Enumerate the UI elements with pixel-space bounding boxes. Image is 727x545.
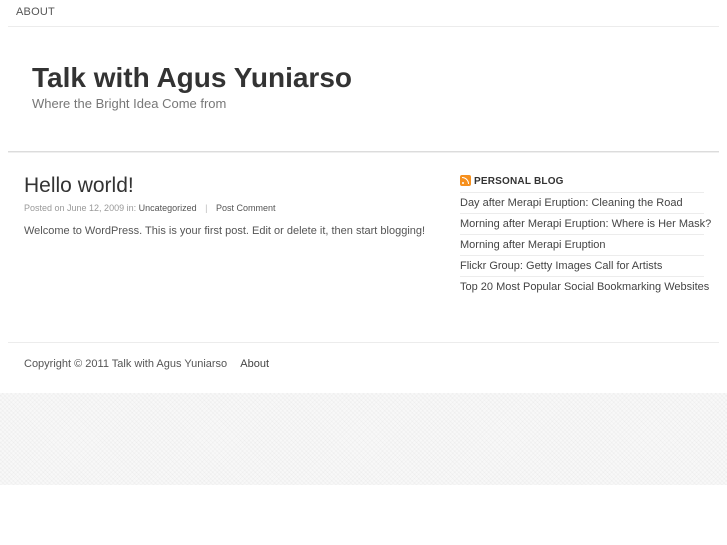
rss-icon[interactable] <box>460 175 471 186</box>
post-category-link[interactable]: Uncategorized <box>139 203 197 213</box>
feed-item[interactable]: Morning after Merapi Eruption <box>460 235 704 256</box>
widget-title[interactable]: PERSONAL BLOG <box>474 176 564 187</box>
widget-header: PERSONAL BLOG <box>460 174 704 190</box>
post-comment-link[interactable]: Post Comment <box>216 203 276 213</box>
feed-item[interactable]: Top 20 Most Popular Social Bookmarking W… <box>460 277 709 297</box>
post-body: Welcome to WordPress. This is your first… <box>24 225 426 237</box>
post-title[interactable]: Hello world! <box>24 174 134 198</box>
site-title[interactable]: Talk with Agus Yuniarso <box>32 62 352 94</box>
nav-about-link[interactable]: ABOUT <box>16 6 55 18</box>
sidebar: PERSONAL BLOG Day after Merapi Eruption:… <box>460 174 711 297</box>
footer: Copyright © 2011 Talk with Agus Yuniarso… <box>24 358 269 370</box>
page-container: ABOUT Talk with Agus Yuniarso Where the … <box>8 0 719 393</box>
top-nav: ABOUT <box>8 0 719 27</box>
site-description: Where the Bright Idea Come from <box>32 96 227 111</box>
header-divider <box>8 151 719 153</box>
meta-separator: | <box>205 203 208 213</box>
feed-list: Day after Merapi Eruption: Cleaning the … <box>460 192 711 297</box>
post-meta: Posted on June 12, 2009 in: Uncategorize… <box>24 203 276 213</box>
footer-about-link[interactable]: About <box>240 358 269 370</box>
footer-copyright: Copyright © 2011 Talk with Agus Yuniarso <box>24 358 228 370</box>
feed-item[interactable]: Morning after Merapi Eruption: Where is … <box>460 214 711 235</box>
feed-item[interactable]: Day after Merapi Eruption: Cleaning the … <box>460 192 704 214</box>
feed-item[interactable]: Flickr Group: Getty Images Call for Arti… <box>460 256 704 277</box>
footer-divider <box>8 342 719 343</box>
post-date: Posted on June 12, 2009 in: <box>24 203 137 213</box>
background-pattern <box>0 393 727 485</box>
